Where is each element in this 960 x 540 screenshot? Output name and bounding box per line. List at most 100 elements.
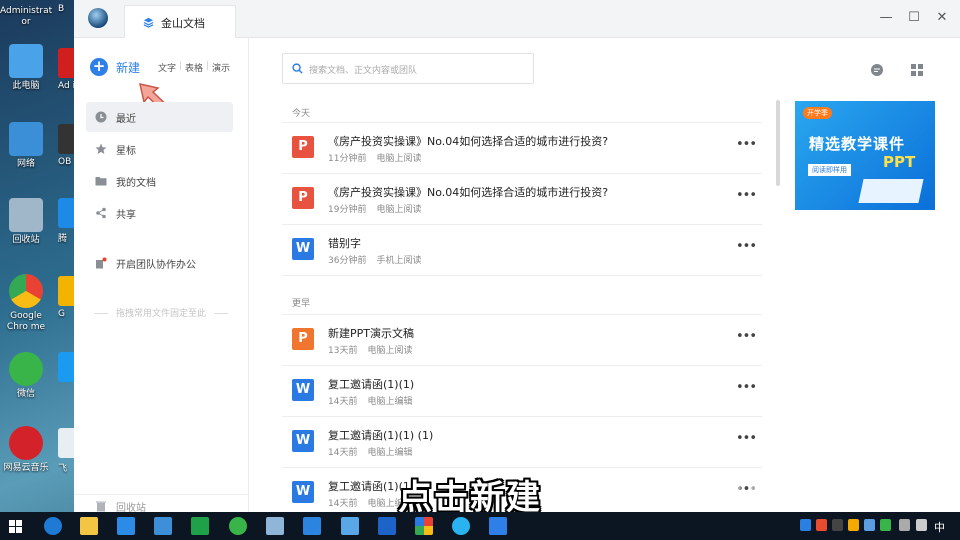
file-action: 电脑上阅读 — [367, 346, 413, 356]
app-icon — [58, 48, 74, 78]
app-icon — [58, 428, 74, 458]
file-row[interactable]: W 复工邀请函(1)(1) (1) 14天前 电脑上编辑 ••• — [282, 417, 762, 468]
message-icon[interactable] — [870, 63, 884, 77]
quick-new-slides[interactable]: 演示 — [212, 61, 230, 74]
desktop-icon-partial[interactable]: 腾 — [58, 198, 74, 244]
tray-icon[interactable] — [848, 519, 859, 531]
desktop-icon-partial[interactable]: OB — [58, 124, 74, 167]
tray-icon[interactable] — [832, 519, 843, 531]
file-row[interactable]: W 复工邀请函(1)(1) 14天前 电脑上编辑 ••• — [282, 366, 762, 417]
sidebar-item-shared[interactable]: 共享 — [86, 198, 233, 228]
desktop-icon-partial[interactable] — [58, 352, 74, 385]
edge-browser-icon[interactable] — [44, 517, 62, 535]
wechat-taskbar-icon[interactable] — [229, 517, 247, 535]
desktop-icon-label: 回收站 — [12, 235, 40, 245]
ime-indicator[interactable]: 中 — [934, 519, 945, 535]
sidebar-item-my-documents[interactable]: 我的文档 — [86, 166, 233, 196]
file-row[interactable]: P 《房产投资实操课》No.04如何选择合适的城市进行投资? 11分钟前 电脑上阅… — [282, 123, 762, 174]
sidebar-item-team[interactable]: 开启团队协作办公 — [86, 248, 233, 278]
maximize-button[interactable]: ☐ — [904, 8, 924, 28]
tray-icon[interactable] — [816, 519, 827, 531]
desktop-icon-netease-music[interactable]: 网易云音乐 — [0, 426, 52, 474]
file-action: 电脑上阅读 — [376, 205, 422, 215]
search-placeholder: 搜索文档、正文内容或团队 — [309, 66, 418, 76]
quick-new-writer[interactable]: 文字 — [158, 61, 176, 74]
file-row[interactable]: W 错别字 36分钟前 手机上阅读 ••• — [282, 225, 762, 276]
more-options-button[interactable]: ••• — [736, 239, 757, 254]
promo-title: 精选教学课件 — [809, 135, 906, 153]
more-options-button[interactable]: ••• — [736, 329, 757, 344]
desktop-icon-label: OB — [58, 157, 72, 167]
search-input[interactable]: 搜索文档、正文内容或团队 — [282, 53, 534, 84]
sidebar-item-recent[interactable]: 最近 — [86, 102, 233, 132]
mail-icon[interactable] — [154, 517, 172, 535]
more-options-button[interactable]: ••• — [736, 380, 757, 395]
file-time: 14天前 — [328, 397, 358, 407]
tray-icon[interactable] — [880, 519, 891, 531]
quick-separator: | — [206, 61, 210, 71]
desktop-icon-network[interactable]: 网络 — [0, 122, 52, 170]
promo-banner[interactable]: 开学季 精选教学课件 PPT 阅读即样用 — [795, 101, 935, 210]
quick-new-sheet[interactable]: 表格 — [185, 61, 203, 74]
app-icon — [58, 198, 74, 228]
new-plus-icon[interactable]: + — [90, 58, 108, 76]
grid-apps-icon[interactable] — [910, 63, 924, 77]
promo-button[interactable]: 阅读即样用 — [808, 164, 851, 176]
desktop-icon-wechat[interactable]: 微信 — [0, 352, 52, 400]
file-meta: 13天前 电脑上阅读 — [328, 343, 422, 356]
word-file-icon: W — [292, 430, 314, 452]
file-name: 错别字 — [328, 237, 361, 250]
desktop-icon-label: Google Chro me — [6, 311, 46, 332]
file-action: 电脑上阅读 — [376, 154, 422, 164]
desktop-icon-partial[interactable]: G — [58, 276, 74, 319]
file-explorer-icon[interactable] — [80, 517, 98, 535]
scrollbar[interactable] — [776, 100, 780, 186]
more-options-button[interactable]: ••• — [736, 188, 757, 203]
network-tray-icon[interactable] — [899, 519, 910, 531]
desktop-icon-label: B — [58, 4, 65, 14]
colorful-app-icon[interactable] — [415, 517, 433, 535]
file-action: 电脑上编辑 — [367, 448, 413, 458]
notes-icon[interactable] — [266, 517, 284, 535]
kingsoft-docs-taskbar-icon[interactable] — [489, 517, 507, 535]
volume-icon[interactable] — [916, 519, 927, 531]
file-meta: 11分钟前 电脑上阅读 — [328, 151, 431, 164]
file-name: 复工邀请函(1)(1) — [328, 378, 415, 391]
file-meta: 14天前 电脑上编辑 — [328, 394, 422, 407]
new-button[interactable]: 新建 — [116, 59, 140, 76]
desktop-icon-this-pc[interactable]: 此电脑 — [0, 44, 52, 92]
app-logo-icon[interactable] — [88, 8, 108, 28]
windows-start-icon[interactable] — [9, 520, 22, 533]
browser-icon[interactable] — [452, 517, 470, 535]
more-options-button[interactable]: ••• — [736, 431, 757, 446]
more-options-button[interactable]: ••• — [736, 137, 757, 152]
tray-icon[interactable] — [864, 519, 875, 531]
star-icon — [95, 143, 107, 154]
close-button[interactable]: ✕ — [932, 8, 952, 28]
cloud-icon[interactable] — [341, 517, 359, 535]
desktop-icon-administrator[interactable]: Administrat or — [0, 4, 52, 28]
phone-icon[interactable] — [303, 517, 321, 535]
file-row[interactable]: P 《房产投资实操课》No.04如何选择合适的城市进行投资? 19分钟前 电脑上阅… — [282, 174, 762, 225]
netease-music-icon — [9, 426, 43, 460]
desktop-icon-partial[interactable]: 飞 — [58, 428, 74, 474]
app-icon — [58, 276, 74, 306]
file-time: 11分钟前 — [328, 154, 367, 164]
file-name: 《房产投资实操课》No.04如何选择合适的城市进行投资? — [328, 135, 609, 148]
desktop-icon-chrome[interactable]: Google Chro me — [0, 274, 52, 333]
security-shield-icon[interactable] — [378, 517, 396, 535]
desktop-icon-partial[interactable]: Ad iv — [58, 48, 74, 91]
desktop-icon-partial[interactable]: B — [58, 4, 74, 14]
file-row[interactable]: P 新建PPT演示文稿 13天前 电脑上阅读 ••• — [282, 315, 762, 366]
file-time: 19分钟前 — [328, 205, 367, 215]
sidebar-item-starred[interactable]: 星标 — [86, 134, 233, 164]
iqiyi-icon[interactable] — [191, 517, 209, 535]
minimize-button[interactable]: — — [876, 8, 896, 28]
tab-kingsoft-docs[interactable]: 金山文档 — [124, 5, 236, 38]
desktop-icon-recycle-bin[interactable]: 回收站 — [0, 198, 52, 246]
store-icon[interactable] — [117, 517, 135, 535]
recycle-bin-icon — [9, 198, 43, 232]
tray-icon[interactable] — [800, 519, 811, 531]
section-title-today: 今天 — [292, 109, 311, 119]
activate-windows-subtitle: 转到"设置"以激活 Windows。 — [838, 474, 960, 484]
